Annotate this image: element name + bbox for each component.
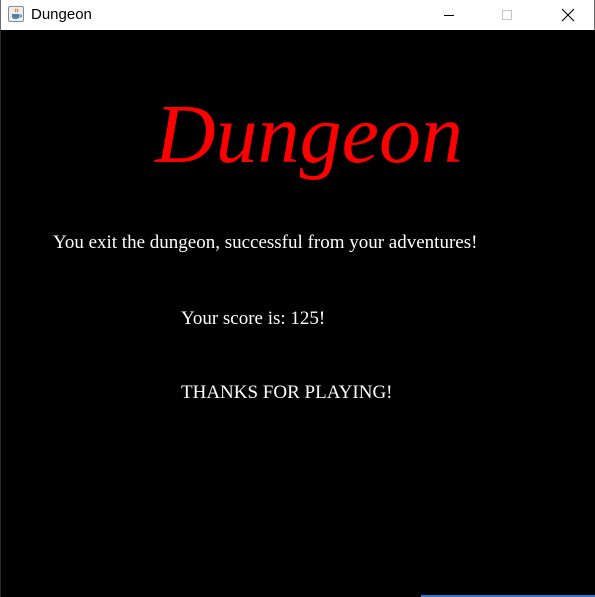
- java-cup-icon[interactable]: [8, 6, 24, 22]
- minimize-icon: [444, 14, 454, 16]
- maximize-icon: [502, 10, 512, 20]
- close-icon: [561, 8, 575, 22]
- score-text: Your score is: 125!: [181, 308, 326, 329]
- window-titlebar[interactable]: Dungeon: [0, 0, 595, 30]
- close-button[interactable]: [542, 0, 594, 30]
- game-canvas: Dungeon You exit the dungeon, successful…: [0, 30, 595, 597]
- thanks-text: THANKS FOR PLAYING!: [181, 382, 393, 403]
- exit-message: You exit the dungeon, successful from yo…: [53, 232, 478, 253]
- minimize-button[interactable]: [426, 0, 472, 30]
- window-title: Dungeon: [31, 6, 92, 23]
- maximize-button[interactable]: [484, 0, 530, 30]
- game-title: Dungeon: [155, 88, 463, 181]
